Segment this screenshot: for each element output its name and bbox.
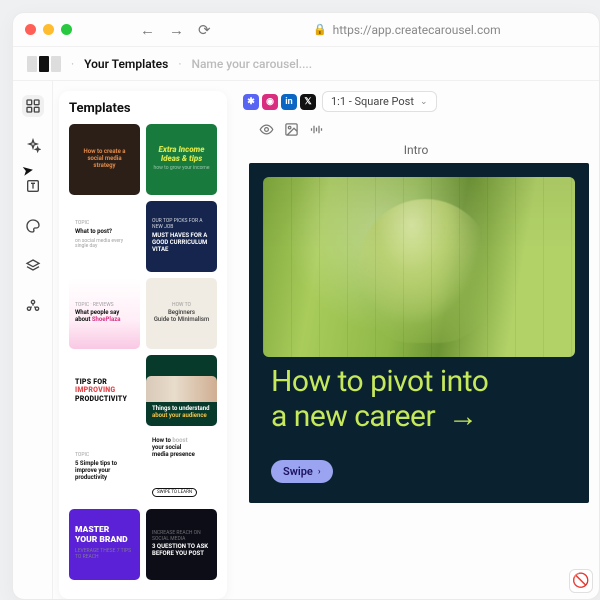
browser-nav: ← → ⟳ [140,21,211,39]
tool-column [13,81,53,599]
mouse-cursor-icon: ➤ [21,162,35,180]
template-thumbnail[interactable]: TIPS FORIMPROVINGPRODUCTIVITY [69,355,140,426]
app-logo[interactable] [27,56,61,72]
format-select[interactable]: 1:1 - Square Post ⌄ [322,91,437,112]
swipe-pill[interactable]: Swipe › [271,460,333,483]
titlebar: ← → ⟳ 🔒 https://app.createcarousel.com [13,13,599,47]
template-thumbnail[interactable]: HOW TOBeginnersGuide to Minimalism [146,278,217,349]
url-text: https://app.createcarousel.com [333,23,501,37]
ai-tool[interactable] [22,135,44,157]
breadcrumb-sep: · [178,57,181,71]
social-icon[interactable]: ◉ [262,94,278,110]
template-thumbnail[interactable]: topic5 Simple tips toimprove yourproduct… [69,432,140,503]
social-icon[interactable]: 𝕏 [300,94,316,110]
panel-title: Templates [69,101,217,116]
template-thumbnail[interactable]: How to boostyour socialmedia presenceSWI… [146,432,217,503]
template-thumbnail[interactable]: Extra IncomeIdeas & tipshow to grow your… [146,124,217,195]
template-thumbnail[interactable]: topicWhat to post?on social media every … [69,201,140,272]
reload-button[interactable]: ⟳ [198,21,211,39]
arrow-right-icon: → [448,400,476,435]
template-thumbnail[interactable]: MASTERYOUR BRANDLEVERAGE THESE 7 TIPS TO… [69,509,140,580]
back-button[interactable]: ← [140,21,155,39]
template-thumbnail[interactable]: topic · reviewsWhat people sayabout Shoe… [69,278,140,349]
forward-button[interactable]: → [169,21,184,39]
templates-tool[interactable] [22,95,44,117]
carousel-name-input[interactable]: Name your carousel.... [191,57,312,71]
template-thumbnail[interactable]: OUR TOP PICKS FOR A NEW JOBMUST HAVES FO… [146,201,217,272]
social-icon[interactable]: in [281,94,297,110]
slide-canvas[interactable]: How to pivot into a new career → Swipe › [249,163,589,503]
color-tool[interactable] [22,215,44,237]
workspace: Templates How to create asocial mediastr… [13,81,599,599]
breadcrumb-bar: · Your Templates · Name your carousel...… [13,47,599,81]
headline-line2: a new career [271,399,435,434]
template-thumbnail[interactable]: Things to understandabout your audience [146,355,217,426]
slide-hero-image[interactable] [263,177,575,357]
slide-label: Intro [243,143,589,157]
visibility-toggle[interactable] [259,122,274,141]
breadcrumb-sep: · [71,57,74,71]
browser-window: ➤ ← → ⟳ 🔒 https://app.createcarousel.com… [12,12,600,600]
templates-panel: Templates How to create asocial mediastr… [59,91,227,599]
blocked-icon[interactable]: 🚫 [569,569,593,593]
headline-line1: How to pivot into [271,364,488,399]
social-platform-icons: ✱◉in𝕏 [243,94,316,110]
layers-tool[interactable] [22,255,44,277]
address-bar[interactable]: 🔒 https://app.createcarousel.com [227,23,587,37]
audio-wave-icon[interactable] [309,122,324,141]
canvas-area: ✱◉in𝕏 1:1 - Square Post ⌄ Intro [233,81,599,599]
breadcrumb-root[interactable]: Your Templates [84,57,168,71]
template-thumbnail[interactable]: How to create asocial mediastrategy [69,124,140,195]
template-grid: How to create asocial mediastrategyExtra… [69,124,217,590]
chevron-right-icon: › [318,467,321,477]
image-tool[interactable] [284,122,299,141]
slide-tools [259,122,599,141]
lock-icon: 🔒 [313,23,327,36]
format-label: 1:1 - Square Post [331,95,414,108]
template-thumbnail[interactable]: INCREASE REACH ON SOCIAL MEDIA3 QUESTION… [146,509,217,580]
minimize-window-icon[interactable] [43,24,54,35]
canvas-toolbar: ✱◉in𝕏 1:1 - Square Post ⌄ [243,91,599,112]
components-tool[interactable] [22,295,44,317]
close-window-icon[interactable] [25,24,36,35]
window-controls [25,24,72,35]
social-icon[interactable]: ✱ [243,94,259,110]
swipe-label: Swipe [283,465,313,478]
slide-headline[interactable]: How to pivot into a new career → [271,365,567,434]
chevron-down-icon: ⌄ [420,97,428,107]
maximize-window-icon[interactable] [61,24,72,35]
